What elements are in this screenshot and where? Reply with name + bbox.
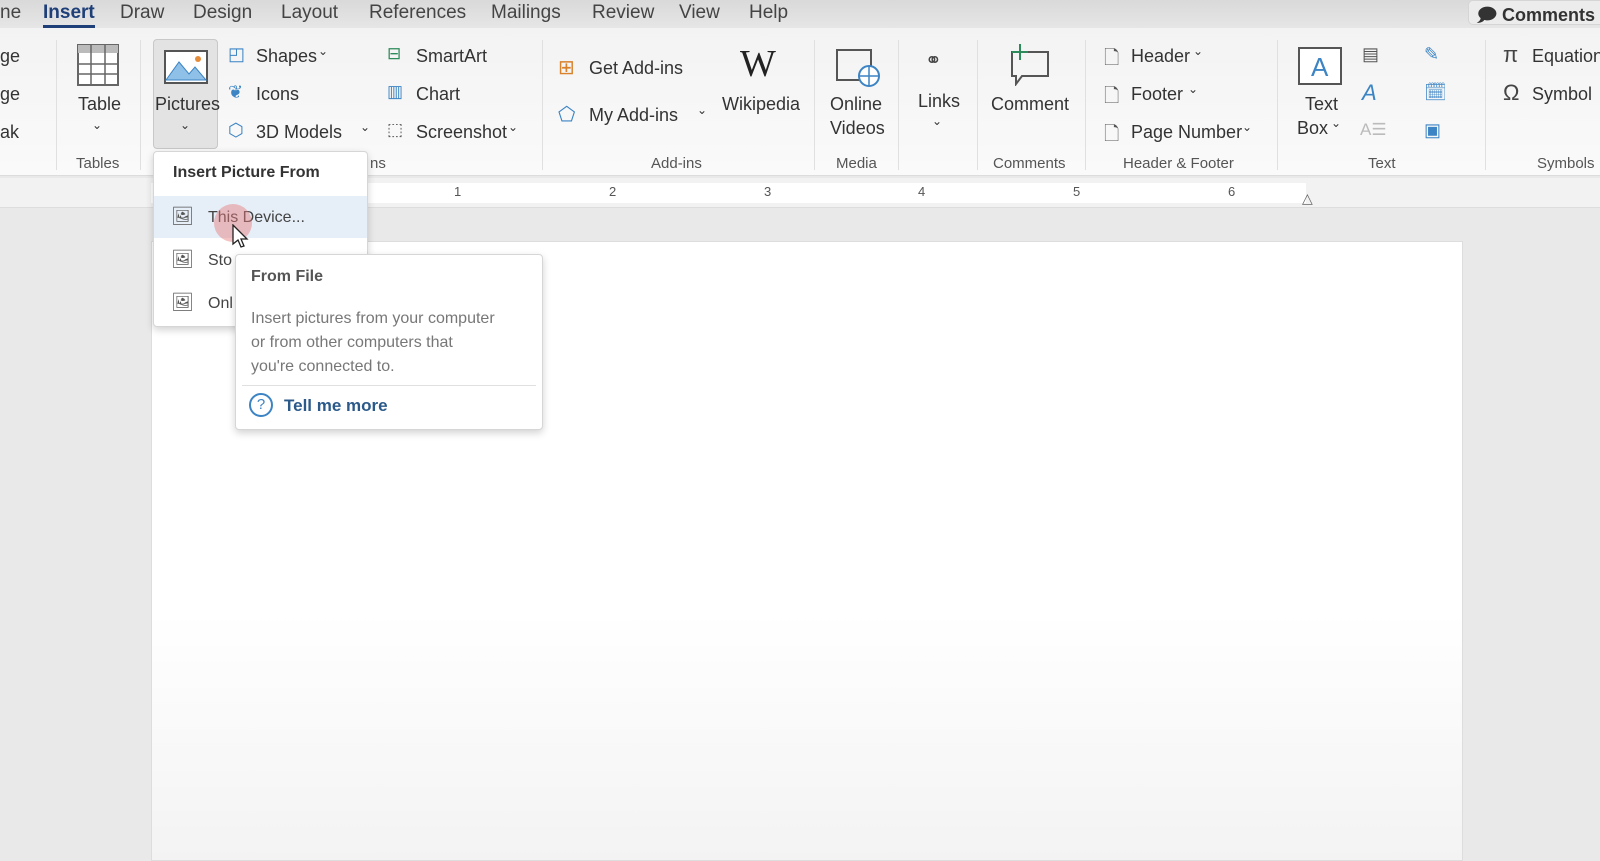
link-icon: ⚭	[925, 50, 942, 72]
tab-layout[interactable]: Layout	[281, 2, 338, 24]
from-file-tooltip: From File Insert pictures from your comp…	[235, 254, 543, 430]
tab-draw[interactable]: Draw	[120, 2, 164, 24]
object-icon[interactable]: ▣	[1424, 120, 1441, 141]
text-box-icon: A	[1298, 47, 1342, 85]
my-addins-icon: ⬠	[558, 104, 576, 126]
tab-review[interactable]: Review	[592, 2, 654, 24]
ribbon-tab-bar: ne Insert Draw Design Layout References …	[0, 0, 1600, 28]
comments-button[interactable]: 🗩 Comments	[1468, 0, 1600, 25]
ruler-number: 5	[1073, 184, 1081, 199]
stock-images-icon: 🖼	[171, 249, 194, 269]
tell-me-more-link[interactable]: Tell me more	[284, 396, 388, 416]
tooltip-line: Insert pictures from your computer	[251, 310, 495, 327]
tab-mailings[interactable]: Mailings	[491, 2, 561, 24]
page-number-icon: 🗋	[1104, 124, 1120, 145]
table-icon	[77, 44, 119, 86]
equation-icon: π	[1503, 42, 1519, 67]
screenshot-button[interactable]: Screenshot	[416, 122, 507, 143]
my-addins-button[interactable]: My Add-ins	[589, 105, 678, 126]
menu-item-label: Onl	[208, 295, 233, 312]
svg-text:A: A	[1311, 52, 1329, 82]
ruler-number: 1	[454, 184, 462, 199]
wordart-icon[interactable]: A	[1362, 80, 1377, 106]
drop-cap-icon[interactable]: A☰	[1360, 120, 1387, 140]
ruler-number: 6	[1228, 184, 1236, 199]
comment-button[interactable]: Comment	[991, 94, 1069, 115]
shapes-button[interactable]: Shapes	[256, 46, 317, 67]
partial-button[interactable]: ge	[0, 46, 20, 67]
signature-line-icon[interactable]: ✎	[1424, 44, 1439, 65]
divider	[242, 385, 536, 386]
ruler-number: 2	[609, 184, 617, 199]
pictures-label: Pictures	[155, 94, 221, 114]
partial-button[interactable]: ak	[0, 122, 19, 143]
page-number-button[interactable]: Page Number	[1131, 122, 1242, 143]
equation-button[interactable]: Equation	[1532, 46, 1600, 67]
3d-models-icon: ⬡	[228, 120, 244, 140]
group-label-media: Media	[836, 155, 877, 172]
group-label-symbols: Symbols	[1537, 155, 1595, 172]
footer-button[interactable]: Footer	[1131, 84, 1183, 105]
symbol-button[interactable]: Symbol	[1532, 84, 1592, 105]
menu-title: Insert Picture From	[173, 164, 320, 181]
online-videos-label: Videos	[830, 118, 885, 138]
chart-button[interactable]: Chart	[416, 84, 460, 105]
tab-view[interactable]: View	[679, 2, 720, 24]
group-label-addins: Add-ins	[651, 155, 702, 172]
comment-icon: 🗩	[1477, 5, 1502, 25]
text-box-label: Box	[1297, 118, 1329, 138]
group-label-comments: Comments	[993, 155, 1066, 172]
tooltip-description: Insert pictures from your computer or fr…	[251, 307, 495, 379]
wikipedia-button[interactable]: Wikipedia	[722, 94, 800, 115]
chart-icon: ▥	[387, 82, 404, 101]
links-button[interactable]: Links	[918, 91, 960, 112]
get-addins-button[interactable]: Get Add-ins	[589, 58, 683, 79]
group-label-tables: Tables	[76, 155, 120, 172]
tooltip-title: From File	[251, 268, 324, 285]
picture-icon	[164, 50, 208, 84]
help-icon: ?	[249, 393, 273, 417]
online-videos-button[interactable]: Online	[830, 94, 882, 115]
online-pictures-icon: 🖼	[171, 292, 194, 312]
menu-item-label: Sto	[208, 252, 233, 269]
get-addins-icon: ⊞	[558, 57, 575, 79]
menu-item-this-device[interactable]: 🖼 This Device...	[154, 196, 367, 238]
text-box-button[interactable]: Text	[1305, 94, 1338, 115]
screenshot-icon: ⬚	[387, 120, 404, 139]
header-icon: 🗋	[1104, 48, 1120, 69]
ruler-number: 3	[764, 184, 772, 199]
partial-button[interactable]: ge	[0, 84, 20, 105]
footer-icon: 🗋	[1104, 86, 1120, 107]
tooltip-line: or from other computers that	[251, 334, 453, 351]
tab-home[interactable]: ne	[0, 2, 21, 24]
tab-insert[interactable]: Insert	[43, 2, 95, 28]
smartart-button[interactable]: SmartArt	[416, 46, 487, 67]
icons-icon: ❦	[228, 82, 244, 102]
icons-button[interactable]: Icons	[256, 84, 299, 105]
table-button[interactable]: Table	[78, 94, 121, 115]
3d-models-button[interactable]: 3D Models	[256, 122, 342, 143]
quick-parts-icon[interactable]: ▤	[1362, 44, 1379, 65]
smartart-icon: ⊟	[387, 44, 402, 63]
wikipedia-icon: W	[740, 43, 776, 85]
mouse-cursor-icon	[232, 224, 249, 248]
tab-help[interactable]: Help	[749, 2, 788, 24]
tab-design[interactable]: Design	[193, 2, 252, 24]
group-label-illustrations: ns	[370, 155, 386, 172]
online-video-icon	[836, 49, 880, 87]
group-label-header-footer: Header & Footer	[1123, 155, 1234, 172]
ruler-number: 4	[918, 184, 926, 199]
new-comment-icon	[1011, 44, 1049, 86]
shapes-icon: ◰	[228, 44, 246, 64]
date-time-icon[interactable]: 🗓	[1424, 82, 1447, 103]
header-button[interactable]: Header	[1131, 46, 1190, 67]
device-picture-icon: 🖼	[171, 206, 194, 226]
group-label-text: Text	[1368, 155, 1396, 172]
omega-icon: Ω	[1503, 80, 1520, 105]
tooltip-line: you're connected to.	[251, 358, 395, 375]
right-indent-marker[interactable]: △	[1302, 190, 1313, 207]
tab-references[interactable]: References	[369, 2, 466, 24]
